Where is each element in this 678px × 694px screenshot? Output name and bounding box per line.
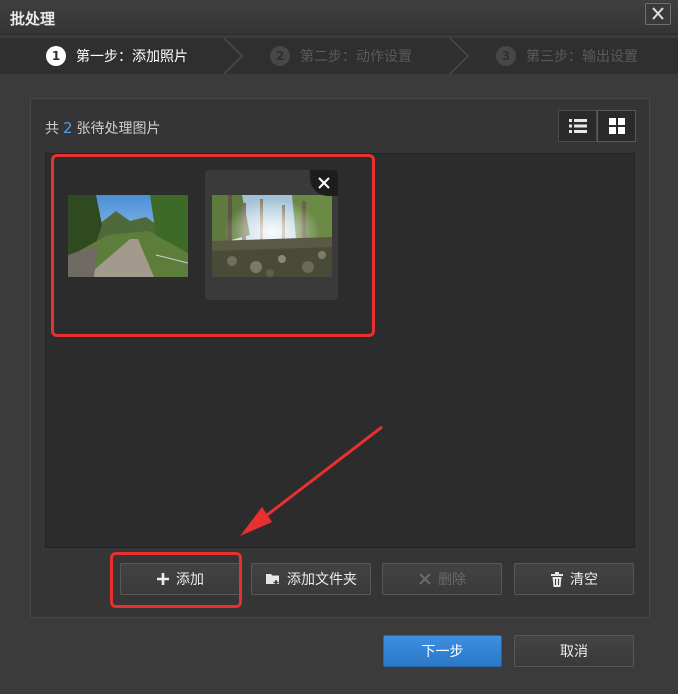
step-1-number: 1 bbox=[46, 46, 66, 66]
thumbnails-highlight bbox=[51, 154, 375, 337]
add-folder-button[interactable]: 添加文件夹 bbox=[251, 563, 371, 595]
folder-add-icon bbox=[265, 572, 281, 586]
next-button[interactable]: 下一步 bbox=[383, 635, 502, 667]
count-prefix: 共 bbox=[45, 121, 59, 137]
count-suffix: 张待处理图片 bbox=[76, 121, 161, 137]
step-1-label: 第一步：添加照片 bbox=[76, 49, 188, 65]
step-wizard: 1 第一步：添加照片 2 第二步：动作设置 3 第三步：输出设置 bbox=[0, 38, 678, 74]
cancel-label: 取消 bbox=[560, 644, 588, 660]
add-folder-label: 添加文件夹 bbox=[287, 572, 357, 588]
grid-icon bbox=[608, 118, 625, 134]
step-divider-icon bbox=[223, 38, 244, 74]
step-2-label: 第二步：动作设置 bbox=[300, 49, 412, 65]
grid-view-button[interactable] bbox=[597, 110, 636, 142]
clear-label: 清空 bbox=[570, 572, 598, 588]
list-view-button[interactable] bbox=[558, 110, 597, 142]
trash-icon bbox=[550, 571, 564, 587]
add-button-highlight bbox=[110, 552, 242, 608]
step-2-number: 2 bbox=[270, 46, 290, 66]
next-label: 下一步 bbox=[421, 644, 464, 660]
view-toggle bbox=[558, 110, 636, 142]
delete-button[interactable]: 删除 bbox=[382, 563, 502, 595]
delete-x-icon bbox=[418, 572, 432, 586]
step-divider-icon bbox=[449, 38, 470, 74]
window-title: 批处理 bbox=[10, 10, 56, 28]
close-button[interactable] bbox=[645, 3, 671, 25]
close-icon bbox=[652, 7, 664, 20]
delete-label: 删除 bbox=[438, 572, 466, 588]
cancel-button[interactable]: 取消 bbox=[514, 635, 634, 667]
clear-button[interactable]: 清空 bbox=[514, 563, 634, 595]
list-icon bbox=[568, 119, 587, 133]
count-number: 2 bbox=[63, 119, 73, 137]
step-3-number: 3 bbox=[496, 46, 516, 66]
step-2: 2 第二步：动作设置 bbox=[270, 38, 412, 74]
step-1: 1 第一步：添加照片 bbox=[46, 38, 188, 74]
title-bar: 批处理 bbox=[0, 0, 678, 35]
step-3-label: 第三步：输出设置 bbox=[526, 49, 638, 65]
pending-count: 共 2 张待处理图片 bbox=[45, 118, 161, 138]
step-3: 3 第三步：输出设置 bbox=[496, 38, 638, 74]
